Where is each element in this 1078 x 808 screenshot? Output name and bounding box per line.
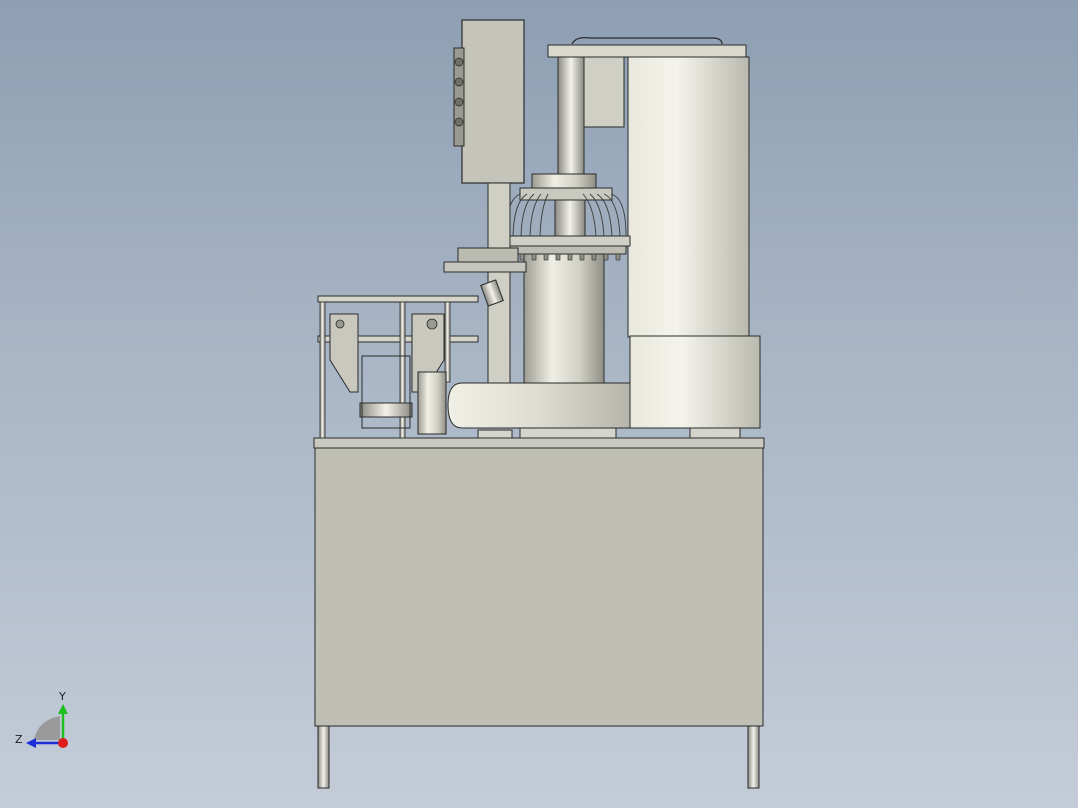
- cylinder-body: [523, 251, 605, 384]
- panel-knob-3[interactable]: [454, 97, 464, 107]
- cabinet[interactable]: [313, 437, 765, 727]
- arm-foot-small: [477, 429, 513, 439]
- triad-label-z: Z: [15, 733, 23, 746]
- tower-top-cap: [547, 44, 747, 58]
- leg-right: [747, 725, 760, 789]
- fixture-cylinder: [417, 371, 447, 435]
- panel-knob-1[interactable]: [454, 57, 464, 67]
- panel-knob-2[interactable]: [454, 77, 464, 87]
- fixture-rod-3: [444, 301, 451, 383]
- tower-column: [627, 56, 750, 338]
- fixture-bolt-1: [335, 319, 345, 329]
- vertical-shaft: [557, 56, 585, 180]
- arm-foot-right: [689, 427, 741, 439]
- cylinder-neck: [554, 199, 586, 241]
- legs[interactable]: [317, 725, 760, 789]
- gripper-block: [457, 247, 519, 263]
- fixture-rod-1: [319, 301, 326, 439]
- fixture-bolt-2: [426, 318, 438, 330]
- fixture-roller: [359, 402, 413, 418]
- tower-lower-block: [629, 335, 761, 429]
- view-triad[interactable]: Y Z: [15, 690, 68, 748]
- cad-viewport[interactable]: Y Z: [0, 0, 1078, 808]
- triad-y-arrowhead: [58, 704, 68, 714]
- panel-box: [461, 19, 525, 184]
- fixture-rod-2: [399, 301, 406, 439]
- triad-arc: [34, 716, 60, 740]
- cabinet-top-plate: [313, 437, 765, 449]
- turret-plate: [489, 235, 631, 247]
- arm-foot-left: [519, 427, 617, 439]
- arm-body: [447, 382, 631, 429]
- turret-plate-lower: [499, 245, 627, 255]
- cabinet-body: [314, 447, 764, 727]
- gripper-bar: [443, 261, 527, 273]
- leg-left: [317, 725, 330, 789]
- tower-top-pipe: [571, 37, 723, 45]
- triad-z-arrowhead: [26, 738, 36, 748]
- fixture-top-plate: [317, 295, 479, 303]
- motor-box: [583, 56, 625, 128]
- triad-x-axis-dot: [58, 738, 68, 748]
- control-panel[interactable]: [453, 19, 525, 384]
- panel-knob-4[interactable]: [454, 117, 464, 127]
- triad-label-y: Y: [58, 690, 66, 703]
